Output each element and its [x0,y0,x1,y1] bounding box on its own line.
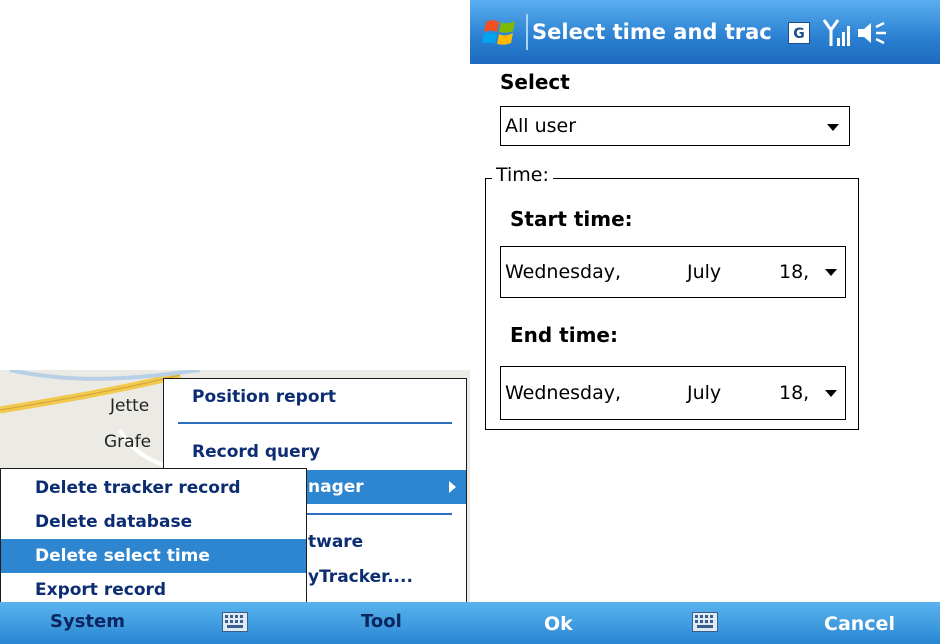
chevron-down-icon [825,390,837,397]
keyboard-icon[interactable] [692,612,718,632]
speaker-icon [858,21,886,45]
time-group-legend: Time: [492,160,553,190]
ok-softkey[interactable]: Ok [544,602,573,644]
soft-key-bar: System Tool [0,602,470,644]
menu-item-delete-database[interactable]: Delete database [1,505,306,539]
user-dropdown[interactable]: All user [500,106,850,146]
start-time-month: July [687,261,722,283]
start-time-label: Start time: [510,207,633,231]
title-bar: Select time and tracl G [470,0,940,64]
end-time-label: End time: [510,323,618,347]
menu-item-record-query[interactable]: Record query [164,435,466,469]
chevron-down-icon [827,124,839,131]
system-softkey[interactable]: System [50,602,125,644]
map-label-grafe: Grafe [104,432,152,452]
tool-softkey[interactable]: Tool [361,602,402,644]
start-time-date: 18, [779,261,810,283]
soft-key-bar: Ok Cancel [470,602,940,644]
gprs-g-icon: G [788,22,810,44]
end-time-month: July [687,382,722,404]
menu-item-position-report[interactable]: Position report [164,380,466,414]
cancel-softkey[interactable]: Cancel [824,602,895,644]
start-time-picker[interactable]: Wednesday, July 18, [500,246,846,298]
right-phone-screen: Select time and tracl G Select All user … [470,0,940,644]
end-time-day: Wednesday, [505,382,622,404]
end-time-date: 18, [779,382,810,404]
left-phone-screen: Jette Grafe Position report Record query… [0,0,470,644]
map-label-jette: Jette [110,396,150,416]
menu-item-delete-select-time[interactable]: Delete select time [1,539,306,573]
svg-text:G: G [793,26,805,42]
title-divider [526,14,528,50]
select-label: Select [500,70,570,94]
menu-item-delete-tracker-record[interactable]: Delete tracker record [1,471,306,505]
windows-start-icon[interactable] [482,14,518,50]
user-dropdown-value: All user [505,115,577,137]
system-menu: Delete tracker record Delete database De… [0,468,307,610]
menu-item-manager-label: nager [308,477,364,497]
menu-separator [178,422,452,424]
chevron-down-icon [825,269,837,276]
keyboard-icon[interactable] [222,612,248,632]
signal-icon [822,19,850,46]
submenu-arrow-icon [449,481,456,493]
window-title: Select time and tracl [532,20,772,44]
start-time-day: Wednesday, [505,261,622,283]
end-time-picker[interactable]: Wednesday, July 18, [500,366,846,420]
